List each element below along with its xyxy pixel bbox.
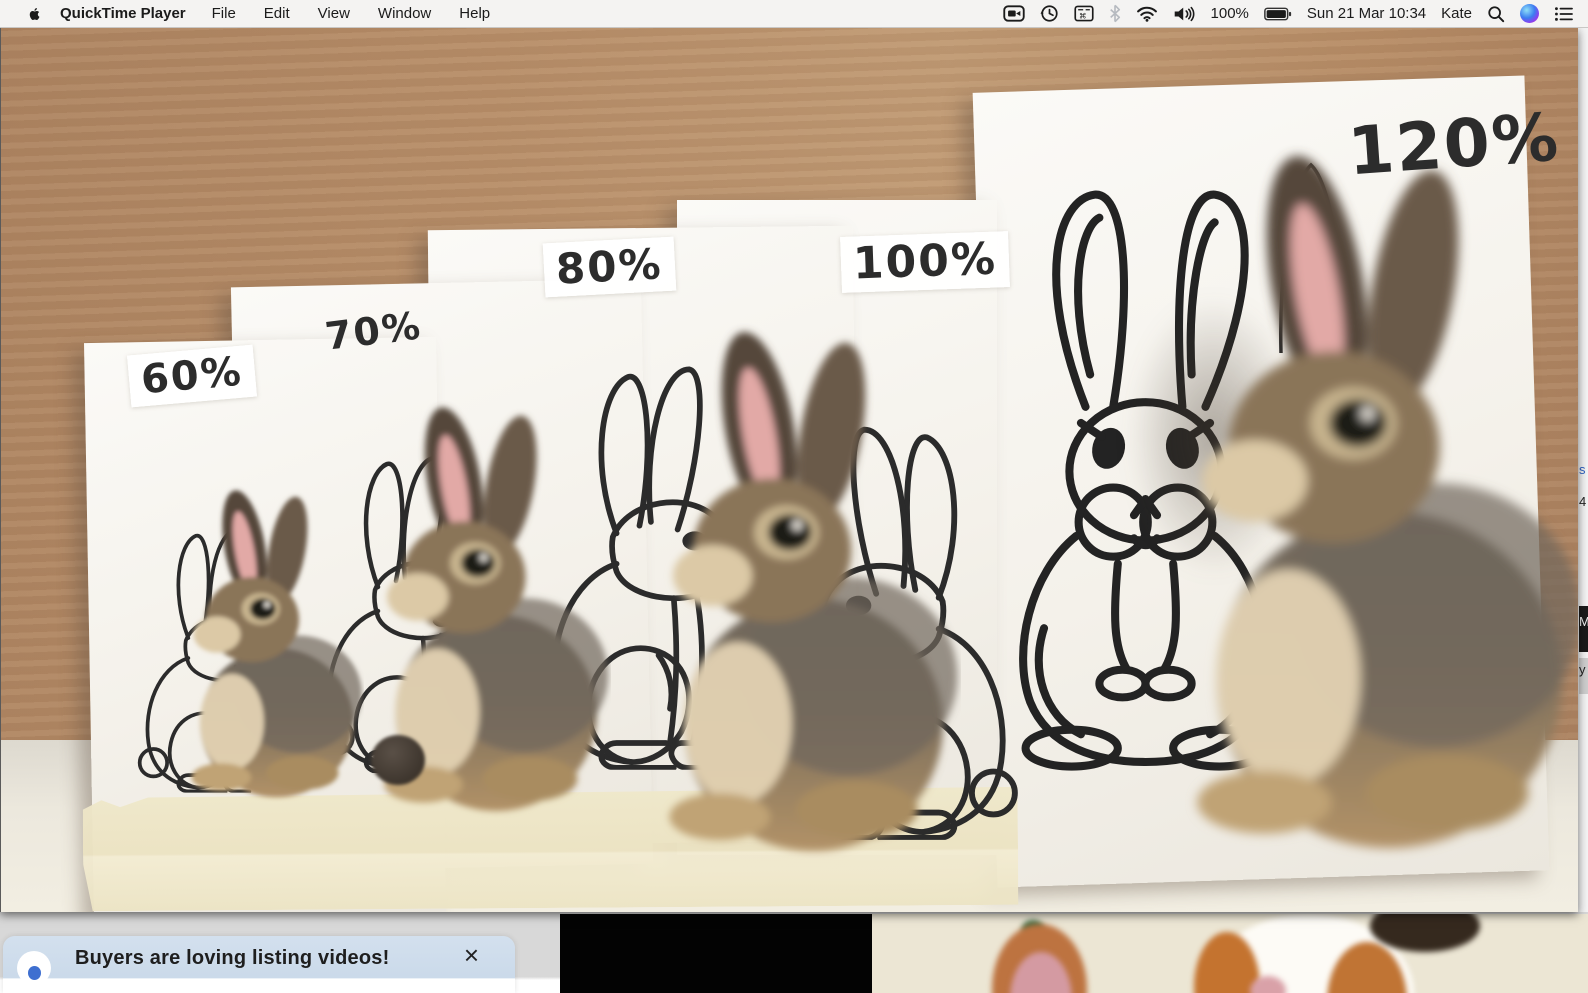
- notification-title: Buyers are loving listing videos!: [75, 947, 390, 969]
- etsy-badge-icon: [28, 966, 41, 980]
- menu-view[interactable]: View: [304, 5, 364, 22]
- menu-file[interactable]: File: [198, 5, 250, 22]
- time-machine-icon[interactable]: [1040, 4, 1059, 23]
- page-text-fragment: y: [1579, 658, 1588, 694]
- bluetooth-icon[interactable]: [1109, 4, 1121, 23]
- battery-percent-label: 100%: [1210, 5, 1249, 22]
- volume-icon[interactable]: [1173, 5, 1196, 23]
- quicktime-video-frame[interactable]: 60% 70% 80% 100% 120%: [0, 28, 1578, 912]
- svg-text:⌘: ⌘: [1079, 12, 1087, 21]
- felt-rabbit-120: [1106, 140, 1578, 860]
- background-page-right-sliver: s 4 M y: [1578, 28, 1588, 912]
- wifi-icon[interactable]: [1136, 5, 1158, 22]
- battery-icon[interactable]: [1264, 7, 1292, 21]
- siri-icon[interactable]: [1520, 4, 1539, 23]
- page-text-fragment: M: [1579, 606, 1588, 652]
- apple-logo-icon: [29, 7, 39, 20]
- felt-tail-pom: [371, 735, 425, 785]
- menu-window[interactable]: Window: [364, 5, 445, 22]
- spotlight-search-icon[interactable]: [1487, 5, 1505, 23]
- fast-user-switch-label[interactable]: Kate: [1441, 5, 1472, 22]
- menu-bar-clock[interactable]: Sun 21 Mar 10:34: [1307, 5, 1426, 22]
- menu-edit[interactable]: Edit: [250, 5, 304, 22]
- menu-bar: QuickTime Player File Edit View Window H…: [0, 0, 1588, 28]
- background-browser-page: Buyers are loving listing videos! ×: [0, 912, 1588, 993]
- page-text-fragment: s: [1579, 462, 1586, 477]
- felt-rabbit-100: [601, 320, 961, 860]
- apple-menu[interactable]: [18, 5, 48, 23]
- notification-list-icon[interactable]: [1554, 6, 1574, 22]
- scale-label-120: 120%: [1345, 98, 1563, 191]
- background-product-photo: [872, 914, 1588, 993]
- app-menu-title[interactable]: QuickTime Player: [60, 5, 186, 22]
- menu-help[interactable]: Help: [445, 5, 504, 22]
- notification-banner: Buyers are loving listing videos! ×: [3, 936, 515, 993]
- background-video-player[interactable]: [560, 914, 872, 993]
- notification-app-icon: [17, 951, 51, 985]
- notification-close-button[interactable]: ×: [464, 942, 479, 968]
- scale-label-80: 80%: [542, 236, 676, 298]
- scale-label-100: 100%: [840, 231, 1010, 293]
- page-text-fragment: 4: [1579, 494, 1587, 509]
- keyboard-viewer-icon[interactable]: ⌘: [1073, 5, 1094, 22]
- scale-label-60: 60%: [126, 344, 257, 408]
- screen-recording-icon[interactable]: [1002, 5, 1025, 22]
